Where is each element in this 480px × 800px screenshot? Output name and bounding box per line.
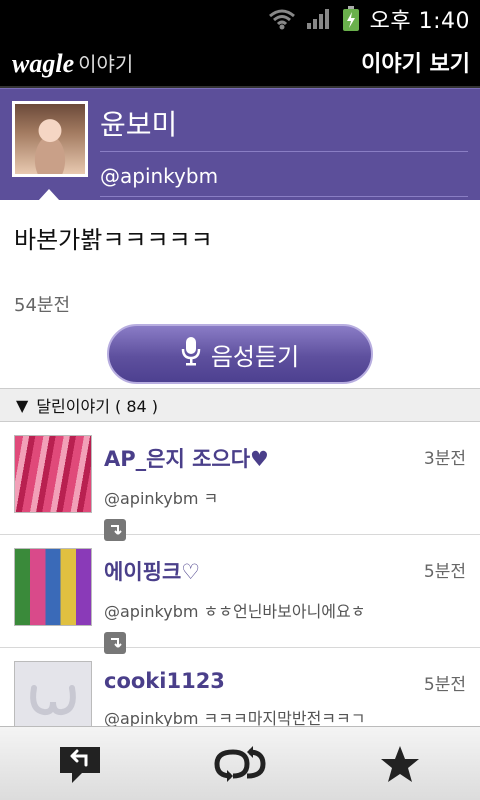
post-text: 바본가봙ㅋㅋㅋㅋㅋ xyxy=(14,226,213,254)
comment-text: @apinkybm ㅋㅋㅋ마지막반전ㅋㅋㄱ xyxy=(104,709,366,726)
comments-count-label: 달린이야기 ( 84 ) xyxy=(36,397,159,416)
comment-avatar[interactable] xyxy=(14,435,92,513)
voice-play-button[interactable]: 음성듣기 xyxy=(107,324,373,384)
comment-text: @apinkybm ㅎㅎ언닌바보아니에요ㅎ xyxy=(104,602,366,621)
reply-icon xyxy=(60,746,100,783)
microphone-icon xyxy=(181,336,201,372)
voice-play-label: 음성듣기 xyxy=(210,342,300,371)
status-bar: 오후 1:40 xyxy=(0,0,480,38)
list-item[interactable]: 에이핑크♡ @apinkybm ㅎㅎ언닌바보아니에요ㅎ 5분전 xyxy=(0,535,480,654)
bottom-action-bar xyxy=(0,726,480,800)
post-time: 54분전 xyxy=(14,295,71,316)
comment-text: @apinkybm ㅋ xyxy=(104,489,219,508)
avatar[interactable] xyxy=(12,101,88,177)
comment-body: AP_은지 조으다♥ @apinkybm ㅋ xyxy=(104,435,466,541)
battery-charging-icon xyxy=(342,6,360,32)
comment-time: 5분전 xyxy=(423,562,466,582)
wifi-icon xyxy=(268,8,296,30)
collapse-triangle-icon: ▼ xyxy=(16,395,29,415)
comment-time: 5분전 xyxy=(423,675,466,695)
profile-handle: @apinkybm xyxy=(100,154,468,197)
app-header: wagle 이야기 이야기 보기 xyxy=(0,38,480,88)
signal-icon xyxy=(306,8,332,30)
page-title: 이야기 보기 xyxy=(361,52,470,77)
profile-info: 윤보미 @apinkybm xyxy=(100,101,468,200)
profile-header[interactable]: 윤보미 @apinkybm xyxy=(0,88,480,201)
comments-header[interactable]: ▼ 달린이야기 ( 84 ) xyxy=(0,388,480,422)
favorite-button[interactable] xyxy=(360,734,440,794)
comment-list[interactable]: AP_은지 조으다♥ @apinkybm ㅋ 3분전 에이핑크♡ @apinky… xyxy=(0,422,480,726)
logo-subtitle: 이야기 xyxy=(78,51,134,76)
retweet-button[interactable] xyxy=(200,734,280,794)
logo-wordmark: wagle xyxy=(12,48,75,78)
comment-author: cooki1123 xyxy=(104,669,225,693)
comment-author: AP_은지 조으다♥ xyxy=(104,447,269,471)
profile-name: 윤보미 xyxy=(100,101,468,152)
list-item[interactable]: cooki1123 @apinkybm ㅋㅋㅋ마지막반전ㅋㅋㄱ 5분전 xyxy=(0,648,480,726)
comment-avatar-placeholder[interactable] xyxy=(14,661,92,726)
comment-body: cooki1123 @apinkybm ㅋㅋㅋ마지막반전ㅋㅋㄱ xyxy=(104,661,466,726)
list-item[interactable]: AP_은지 조으다♥ @apinkybm ㅋ 3분전 xyxy=(0,422,480,541)
reply-button[interactable] xyxy=(40,734,120,794)
retweet-icon xyxy=(214,745,266,782)
wagle-placeholder-icon xyxy=(30,685,76,716)
star-icon xyxy=(381,745,419,782)
comment-body: 에이핑크♡ @apinkybm ㅎㅎ언닌바보아니에요ㅎ xyxy=(104,548,466,654)
post: 바본가봙ㅋㅋㅋㅋㅋ 54분전 음성듣기 xyxy=(0,200,480,388)
clock: 오후 1:40 xyxy=(369,9,470,34)
comment-time: 3분전 xyxy=(423,449,466,469)
comment-avatar[interactable] xyxy=(14,548,92,626)
comment-author: 에이핑크♡ xyxy=(104,560,201,584)
app-logo: wagle 이야기 xyxy=(12,48,133,77)
